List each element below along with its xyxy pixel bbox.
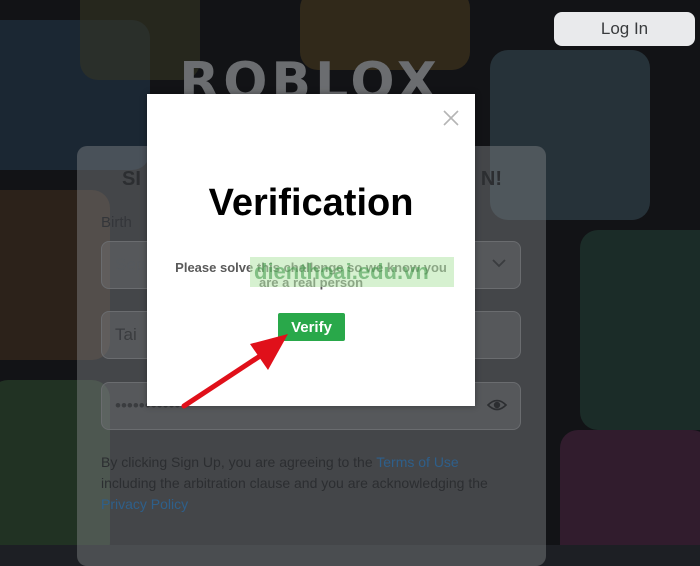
birthday-label: Birth bbox=[101, 214, 132, 231]
signup-title-end: N! bbox=[480, 168, 502, 190]
arrow-icon bbox=[181, 334, 288, 409]
login-button[interactable]: Log In bbox=[554, 12, 695, 46]
privacy-link[interactable]: Privacy Policy bbox=[101, 496, 188, 512]
terms-prefix: By clicking Sign Up, you are agreeing to… bbox=[101, 454, 377, 470]
modal-title: Verification bbox=[208, 182, 414, 224]
terms-middle: including the arbitration clause and you… bbox=[101, 475, 488, 491]
chevron-down-icon bbox=[490, 254, 508, 277]
terms-link[interactable]: Terms of Use bbox=[376, 454, 458, 470]
username-value: Tai bbox=[115, 325, 137, 344]
eye-icon[interactable] bbox=[486, 394, 508, 416]
watermark: dienthoai.edu.vn bbox=[250, 257, 454, 287]
terms-text: By clicking Sign Up, you are agreeing to… bbox=[101, 452, 501, 515]
signup-title-start: SI bbox=[122, 168, 141, 190]
birthday-value: Sep bbox=[115, 255, 146, 274]
close-icon[interactable] bbox=[441, 108, 461, 128]
